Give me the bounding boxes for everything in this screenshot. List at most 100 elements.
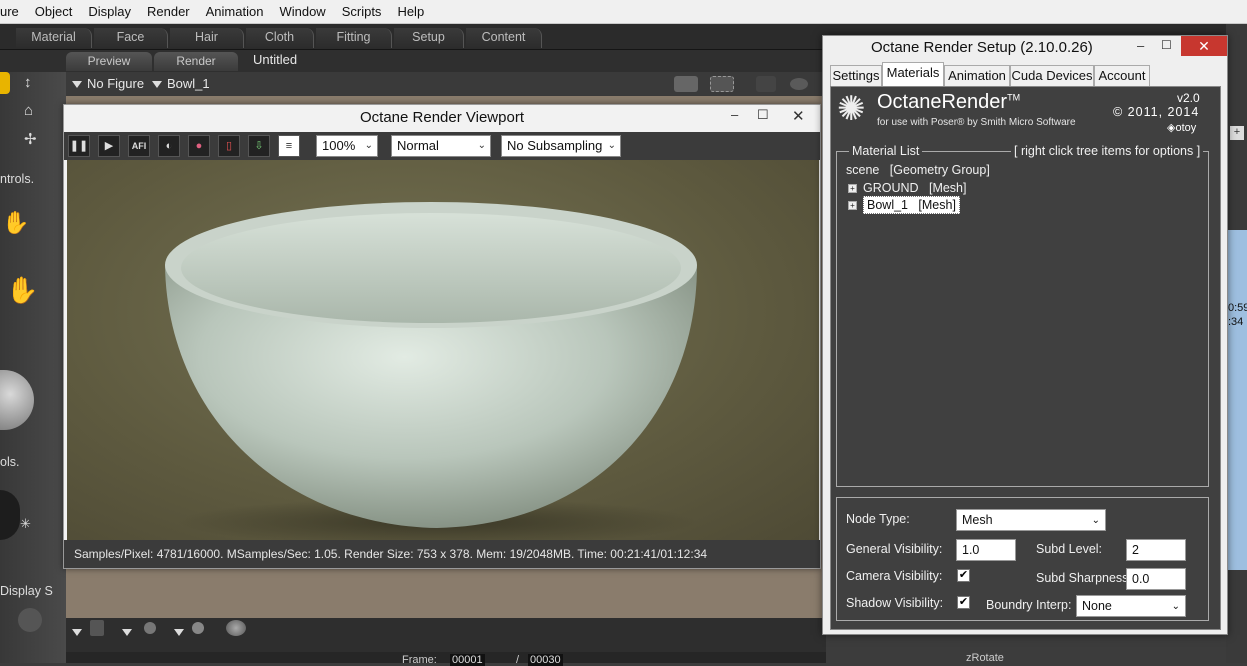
menu-figure[interactable]: ure — [0, 4, 27, 19]
render-mode-select[interactable]: Normal ⌄ — [391, 135, 491, 157]
close-button[interactable]: ✕ — [792, 107, 805, 125]
camera-settings-icon[interactable]: ◐ — [158, 135, 180, 157]
eye-icon[interactable] — [790, 78, 808, 90]
logo-brand-a: Octane — [877, 91, 942, 113]
minimize-button[interactable]: – — [731, 107, 738, 122]
tree-item-bowl[interactable]: + Bowl_1 [Mesh] — [848, 196, 960, 214]
light-icon[interactable]: ✳ — [20, 516, 31, 532]
maximize-button[interactable]: ☐ — [757, 107, 769, 123]
left-controls-panel: ↕ ⌂ ✢ ntrols. ✋ ✋ ols. ✳ Display S — [0, 50, 66, 663]
material-list-hint: [ right click tree items for options ] — [1011, 144, 1204, 158]
expand-icon[interactable]: + — [848, 201, 857, 211]
tab-materials[interactable]: Materials — [882, 62, 944, 86]
menu-animation[interactable]: Animation — [198, 4, 272, 19]
bowl-interior — [181, 213, 681, 323]
menu-window[interactable]: Window — [271, 4, 333, 19]
subd-level-input[interactable]: 2 — [1126, 539, 1186, 561]
expand-icon[interactable]: + — [848, 184, 857, 194]
menu-help[interactable]: Help — [389, 4, 432, 19]
room-tab-setup[interactable]: Setup — [394, 28, 464, 48]
frame-field[interactable]: 00001 — [450, 654, 485, 666]
afi-button[interactable]: AFI — [128, 135, 150, 157]
material-list[interactable]: Material List [ right click tree items f… — [836, 144, 1209, 487]
render-icon[interactable] — [756, 76, 776, 92]
zoom-select[interactable]: 100% ⌄ — [316, 135, 378, 157]
trackball-icon[interactable] — [0, 370, 34, 430]
hand-pose-icon[interactable]: ✋ — [6, 275, 38, 306]
sphere-icon[interactable] — [192, 622, 204, 634]
color-picker-icon[interactable]: ● — [188, 135, 210, 157]
menu-render[interactable]: Render — [139, 4, 198, 19]
light-dropdown[interactable] — [122, 624, 137, 639]
export-icon[interactable]: ⇩ — [248, 135, 270, 157]
chevron-down-icon: ⌄ — [1171, 601, 1180, 612]
camera-dial[interactable] — [0, 490, 20, 540]
sphere-icon[interactable] — [144, 622, 156, 634]
minimize-button[interactable]: – — [1137, 38, 1144, 53]
subsampling-select[interactable]: No Subsampling ⌄ — [501, 135, 621, 157]
room-tab-face[interactable]: Face — [94, 28, 168, 48]
subd-sharpness-input[interactable]: 0.0 — [1126, 568, 1186, 590]
translate-icon[interactable]: ↕ — [24, 74, 32, 91]
axis-icon[interactable]: ✢ — [24, 130, 37, 148]
octane-setup-window: Octane Render Setup (2.10.0.26) – ☐ ✕ Se… — [822, 35, 1228, 635]
logo-brand-b: Render — [941, 91, 1008, 113]
logo-maker: otoy — [1175, 122, 1197, 134]
camera-visibility-label: Camera Visibility: — [846, 569, 943, 583]
tree-item-ground[interactable]: + GROUND [Mesh] — [848, 181, 967, 195]
node-type-select[interactable]: Mesh ⌄ — [956, 509, 1106, 531]
room-tab-hair[interactable]: Hair — [170, 28, 244, 48]
menu-object[interactable]: Object — [27, 4, 81, 19]
shadow-visibility-checkbox[interactable]: ✔ — [957, 596, 970, 609]
room-tab-content[interactable]: Content — [466, 28, 542, 48]
octane-viewport-window: Octane Render Viewport – ☐ ✕ ❚❚ ▶ AFI ◐ … — [63, 104, 821, 569]
options-dropdown[interactable] — [72, 624, 87, 639]
hand-icon[interactable]: ✋ — [2, 210, 29, 236]
preview-dropdown[interactable] — [174, 624, 189, 639]
materials-panel: ✺ OctaneRenderTM for use with Poser® by … — [830, 86, 1221, 630]
menu-display[interactable]: Display — [80, 4, 139, 19]
tool-rotate-icon[interactable] — [0, 72, 10, 94]
viewport-status-bar: Samples/Pixel: 4781/16000. MSamples/Sec:… — [64, 540, 820, 568]
tab-settings[interactable]: Settings — [830, 65, 882, 86]
tab-animation[interactable]: Animation — [944, 65, 1010, 86]
camera-thumb-icon[interactable] — [90, 620, 104, 636]
room-tab-fitting[interactable]: Fitting — [316, 28, 392, 48]
spheres-icon[interactable] — [226, 620, 246, 636]
tab-cuda-devices[interactable]: Cuda Devices — [1010, 65, 1094, 86]
node-type-value: Mesh — [962, 513, 993, 527]
otoy-logo: ◈otoy — [1167, 121, 1196, 134]
info-icon[interactable]: ▯ — [218, 135, 240, 157]
chevron-down-icon: ⌄ — [477, 140, 486, 151]
tree-root-scene[interactable]: scene [Geometry Group] — [846, 163, 990, 177]
menu-scripts[interactable]: Scripts — [334, 4, 390, 19]
zoom-value: 100% — [322, 138, 356, 153]
display-styles-label: Display S — [0, 584, 53, 598]
play-icon[interactable]: ▶ — [98, 135, 120, 157]
add-icon[interactable]: + — [1230, 126, 1244, 140]
zrotate-label: zRotate — [966, 652, 1004, 664]
document-icon[interactable]: ≡ — [278, 135, 300, 157]
room-tab-cloth[interactable]: Cloth — [246, 28, 314, 48]
maximize-button[interactable]: ☐ — [1161, 38, 1172, 52]
room-tab-material[interactable]: Material — [16, 28, 92, 48]
camera-icon[interactable] — [674, 76, 698, 92]
actor-selector[interactable]: Bowl_1 — [152, 76, 210, 91]
general-visibility-input[interactable]: 1.0 — [956, 539, 1016, 561]
total-frames-field[interactable]: 00030 — [528, 654, 563, 666]
close-button[interactable]: ✕ — [1181, 36, 1227, 56]
tab-render[interactable]: Render — [154, 52, 238, 71]
camera-visibility-checkbox[interactable]: ✔ — [957, 569, 970, 582]
scale-icon[interactable]: ⌂ — [24, 102, 33, 119]
figure-selector[interactable]: No Figure — [72, 76, 144, 91]
display-style-mesh-icon[interactable] — [18, 608, 42, 632]
boundary-interp-select[interactable]: None ⌄ — [1076, 595, 1186, 617]
time-readout-2: :34 — [1228, 316, 1244, 328]
area-render-icon[interactable] — [710, 76, 734, 92]
actor-name: Bowl_1 — [167, 76, 210, 91]
tab-preview[interactable]: Preview — [66, 52, 152, 71]
tab-account[interactable]: Account — [1094, 65, 1150, 86]
parameter-controls-label: ntrols. — [0, 172, 35, 186]
render-image[interactable] — [67, 160, 819, 540]
pause-icon[interactable]: ❚❚ — [68, 135, 90, 157]
